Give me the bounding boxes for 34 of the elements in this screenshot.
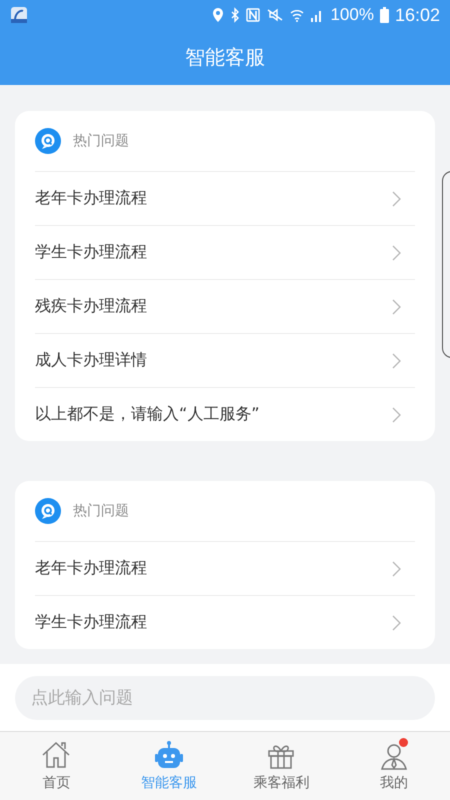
chevron-icon <box>391 298 401 314</box>
question-item[interactable]: 学生卡办理流程 <box>35 596 415 649</box>
chat-bubble-icon <box>35 498 61 524</box>
wifi-icon <box>290 7 304 23</box>
nav-tab[interactable]: 乘客福利 <box>225 732 338 800</box>
question-item[interactable]: 老年卡办理流程 <box>35 542 415 596</box>
question-item[interactable]: 残疾卡办理流程 <box>35 280 415 334</box>
chevron-icon <box>391 352 401 368</box>
chevron-icon <box>391 244 401 260</box>
nav-tab[interactable]: 首页 <box>0 732 112 800</box>
question-input[interactable]: 点此输入问题 <box>15 676 435 720</box>
home-icon <box>40 740 72 770</box>
chevron-icon <box>391 560 401 576</box>
nav-tab[interactable]: 我的 <box>338 732 450 800</box>
question-item[interactable]: 以上都不是，请输入“人工服务” <box>35 388 415 441</box>
card-title: 热门问题 <box>73 132 129 150</box>
nfc-icon <box>246 7 260 23</box>
chevron-icon <box>391 190 401 206</box>
chevron-icon <box>391 614 401 630</box>
mute-icon <box>266 7 284 23</box>
app-icon <box>10 6 28 24</box>
chat-bubble-icon <box>35 128 61 154</box>
screen-title: 智能客服 <box>185 44 265 71</box>
battery-icon <box>380 7 389 23</box>
chevron-icon <box>391 406 401 422</box>
clock-time: 16:02 <box>394 4 440 26</box>
question-item[interactable]: 学生卡办理流程 <box>35 226 415 280</box>
question-item[interactable]: 老年卡办理流程 <box>35 172 415 226</box>
robot-icon <box>152 740 185 770</box>
bluetooth-icon <box>230 7 240 23</box>
location-icon <box>212 7 224 23</box>
battery-percent: 100% <box>330 5 374 25</box>
question-item[interactable]: 成人卡办理详情 <box>35 334 415 388</box>
card-title: 热门问题 <box>73 502 129 520</box>
